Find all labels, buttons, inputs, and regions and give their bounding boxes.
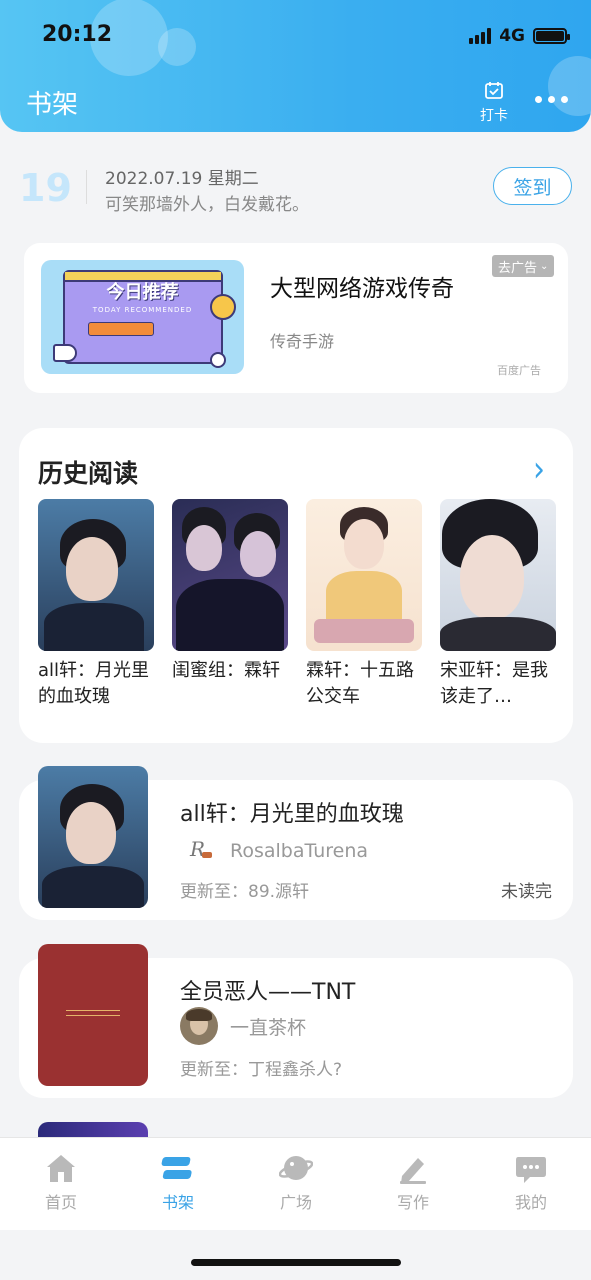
more-options-icon[interactable] — [535, 96, 568, 103]
book-title: all轩：月光里的血玫瑰 — [180, 802, 404, 827]
checkin-label: 打卡 — [480, 108, 508, 124]
book-cover — [306, 499, 422, 651]
nav-label: 广场 — [279, 1193, 312, 1212]
nav-home[interactable]: 首页 — [21, 1152, 101, 1213]
page-title: 书架 — [26, 90, 79, 120]
planet-icon — [278, 1152, 314, 1184]
remove-ad-button[interactable]: 去广告 ⌄ — [492, 255, 555, 277]
book-title: 全员恶人——TNT — [180, 980, 356, 1005]
update-status: 更新至：丁程鑫杀人? — [180, 1060, 343, 1080]
daily-quote: 可笑那墙外人，白发戴花。 — [105, 195, 309, 215]
book-cover — [440, 499, 556, 651]
book-title: 宋亚轩：是我该走了… — [440, 660, 548, 707]
ad-card[interactable]: 今日推荐 TODAY RECOMMENDED 大型网络游戏传奇 传奇手游 去广告… — [24, 243, 568, 393]
pen-icon — [396, 1152, 430, 1184]
status-icons: 4G — [469, 26, 570, 46]
home-icon — [44, 1152, 78, 1184]
home-indicator — [191, 1259, 401, 1266]
book-title: 闺蜜组：霖轩 — [172, 660, 280, 681]
sign-in-button[interactable]: 签到 — [493, 167, 572, 205]
nav-bookshelf[interactable]: 书架 — [138, 1152, 218, 1213]
book-title: 霖轩：十五路公交车 — [306, 660, 414, 707]
network-type: 4G — [499, 26, 525, 46]
book-cover — [38, 944, 148, 1086]
book-cover — [172, 499, 288, 651]
author-avatar: R — [180, 832, 218, 870]
top-header: 20:12 4G 书架 打卡 — [0, 0, 591, 132]
history-title: 历史阅读 — [38, 459, 139, 488]
status-time: 20:12 — [42, 22, 113, 47]
magnifier-icon — [210, 352, 226, 368]
shelf-book-item[interactable]: 全员恶人——TNT 一直茶杯 更新至：丁程鑫杀人? — [19, 944, 573, 1098]
book-cover — [38, 499, 154, 651]
ad-title: 大型网络游戏传奇 — [270, 276, 454, 302]
bookshelf-icon — [161, 1152, 195, 1184]
bottom-nav: 首页 书架 广场 写作 我的 — [0, 1137, 591, 1230]
chat-bubble-icon — [514, 1152, 548, 1184]
planet-icon — [210, 294, 236, 320]
ad-banner-image: 今日推荐 TODAY RECOMMENDED — [41, 260, 244, 374]
ad-source: 百度广告 — [497, 364, 541, 377]
author-name: RosalbaTurena — [230, 840, 369, 862]
author-row: R RosalbaTurena — [180, 832, 368, 870]
author-avatar — [180, 1007, 218, 1045]
banner-button-graphic — [88, 322, 154, 336]
author-row: 一直茶杯 — [180, 1007, 306, 1045]
author-name: 一直茶杯 — [230, 1016, 307, 1039]
history-book[interactable]: all轩：月光里的血玫瑰 — [38, 499, 154, 710]
chevron-down-icon: ⌄ — [540, 260, 549, 272]
date-text: 2022.07.19 星期二 — [105, 169, 259, 189]
nav-plaza[interactable]: 广场 — [256, 1152, 336, 1213]
nav-label: 首页 — [44, 1193, 77, 1212]
checkin-button[interactable]: 打卡 — [476, 80, 512, 125]
history-section: 历史阅读 › all轩：月光里的血玫瑰 闺蜜组：霖轩 霖轩：十五路公交车 宋亚轩… — [19, 428, 573, 743]
nav-write[interactable]: 写作 — [373, 1152, 453, 1213]
megaphone-icon — [53, 344, 77, 362]
nav-profile[interactable]: 我的 — [491, 1152, 571, 1213]
day-number: 19 — [19, 166, 72, 210]
history-book[interactable]: 闺蜜组：霖轩 — [172, 499, 288, 710]
remove-ad-label: 去广告 — [498, 260, 538, 276]
book-cover — [38, 766, 148, 908]
chevron-right-icon[interactable]: › — [533, 449, 545, 491]
nav-label: 我的 — [514, 1193, 547, 1212]
read-status: 未读完 — [501, 882, 552, 902]
signal-icon — [469, 28, 492, 44]
nav-label: 书架 — [161, 1193, 194, 1212]
battery-icon — [533, 28, 570, 44]
book-title: all轩：月光里的血玫瑰 — [38, 660, 150, 707]
history-book[interactable]: 宋亚轩：是我该走了… — [440, 499, 556, 710]
nav-label: 写作 — [396, 1193, 429, 1212]
shelf-book-item[interactable]: all轩：月光里的血玫瑰 R RosalbaTurena 更新至：89.源轩 未… — [19, 766, 573, 920]
decor-bubble — [158, 28, 196, 66]
update-status: 更新至：89.源轩 — [180, 882, 310, 902]
decor-bubble — [548, 56, 591, 116]
ad-subtitle: 传奇手游 — [270, 332, 335, 351]
divider — [86, 170, 87, 204]
calendar-check-icon — [476, 80, 512, 104]
history-book[interactable]: 霖轩：十五路公交车 — [306, 499, 422, 710]
